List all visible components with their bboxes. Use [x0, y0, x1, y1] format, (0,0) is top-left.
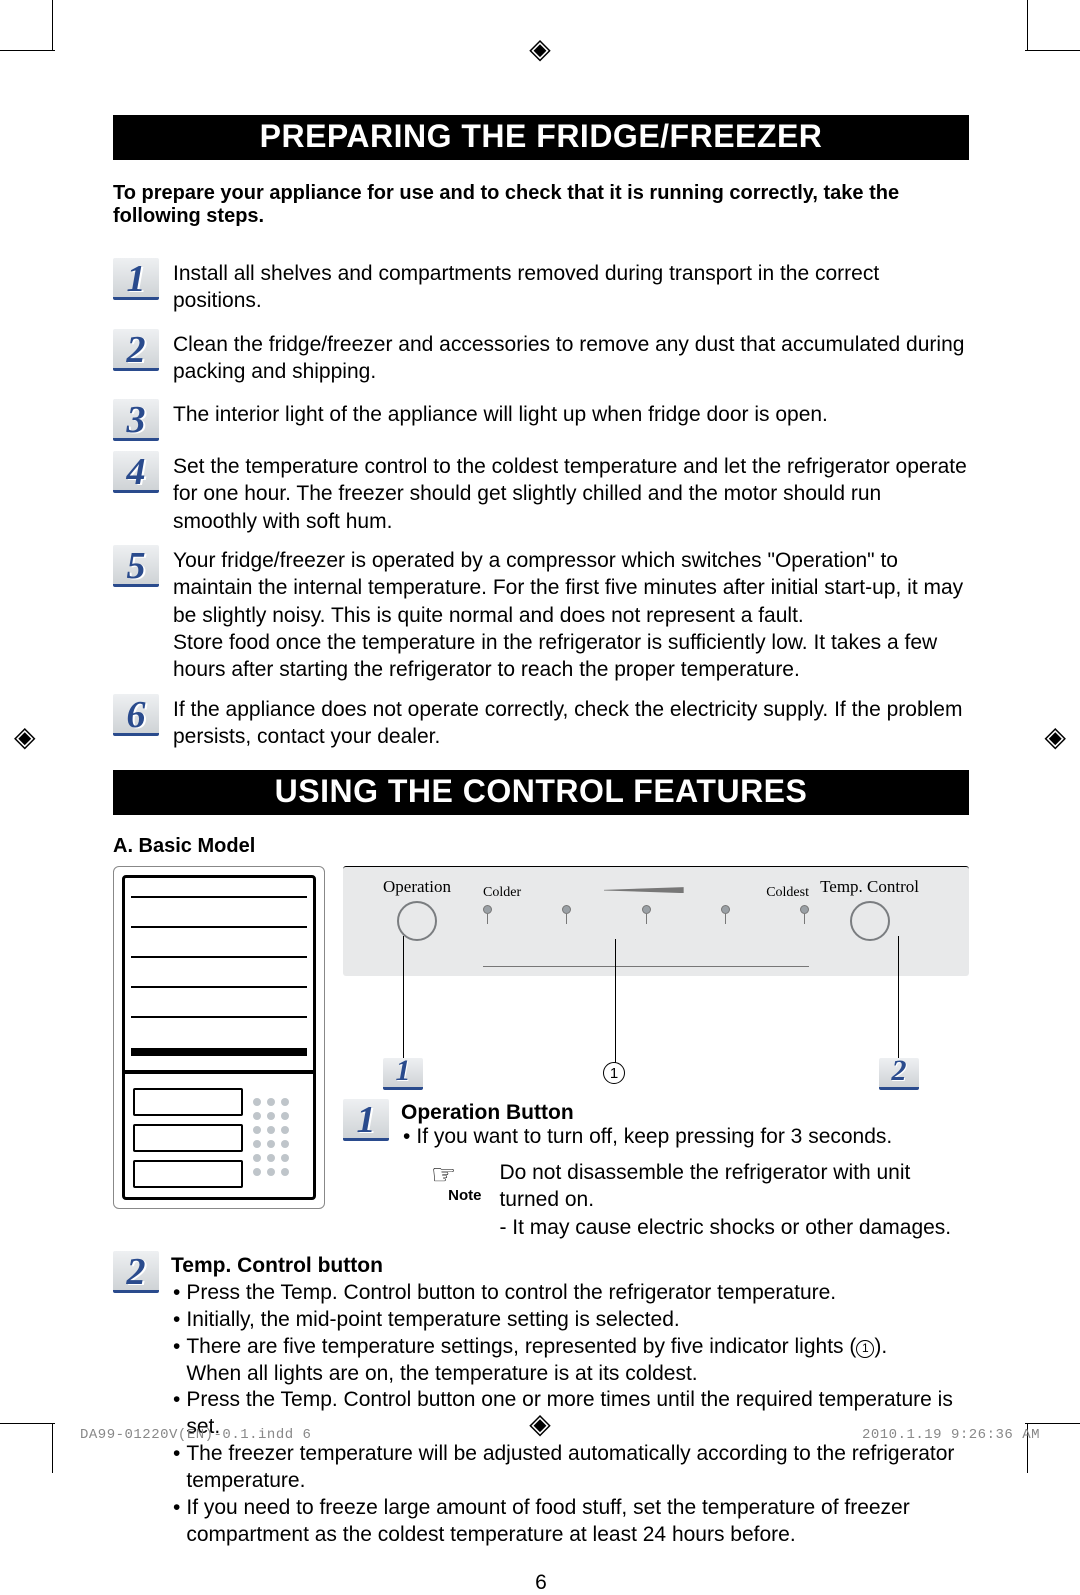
step-row: 6 If the appliance does not operate corr… — [113, 694, 969, 751]
step-number-1-icon: 1 — [113, 258, 159, 300]
pointer-line — [898, 936, 899, 1071]
bullet-text: Initially, the mid-point temperature set… — [171, 1307, 969, 1334]
bullet-text: Press the Temp. Control button to contro… — [171, 1280, 969, 1307]
control-block-2: 2 Temp. Control button Press the Temp. C… — [113, 1251, 969, 1549]
operation-button-title: Operation Button — [401, 1101, 969, 1125]
fridge-illustration — [113, 866, 325, 1209]
pointer-line — [615, 939, 616, 1071]
indicator-light-icon — [483, 905, 492, 914]
section-title-using-controls: USING THE CONTROL FEATURES — [113, 770, 969, 815]
crop-mark — [52, 0, 53, 50]
temp-control-label: Temp. Control — [820, 877, 919, 897]
registration-mark-icon: ◈ — [529, 35, 551, 63]
temp-control-title: Temp. Control button — [171, 1253, 969, 1280]
step-text: Clean the fridge/freezer and accessories… — [173, 329, 969, 386]
bullet-text: There are five temperature settings, rep… — [171, 1334, 969, 1388]
step-text: The interior light of the appliance will… — [173, 399, 969, 428]
step-number-4-icon: 4 — [113, 451, 159, 493]
crop-mark — [1027, 0, 1028, 50]
indicator-light-icon — [800, 905, 809, 914]
note-hand-icon: ☞ — [431, 1159, 456, 1189]
registration-mark-icon: ◈ — [14, 723, 36, 751]
circled-number-1-icon: 1 — [603, 1062, 625, 1084]
step-text: Set the temperature control to the colde… — [173, 451, 969, 535]
step-number-6-icon: 6 — [113, 694, 159, 736]
coldest-label: Coldest — [766, 885, 809, 901]
control-block-1: 1 Operation Button If you want to turn o… — [343, 1099, 969, 1241]
step-number-3-icon: 3 — [113, 399, 159, 441]
step-number-1-icon: 1 — [343, 1099, 389, 1141]
panel-pointer-1-icon: 1 — [383, 1058, 423, 1090]
model-label: A. Basic Model — [113, 835, 969, 858]
crop-mark — [0, 1423, 55, 1424]
crop-mark — [52, 1423, 53, 1473]
footer-timestamp: 2010.1.19 9:26:36 AM — [862, 1427, 1040, 1443]
scale-arrow-icon — [604, 887, 684, 893]
section-subtitle: To prepare your appliance for use and to… — [113, 182, 969, 228]
bullet-text: The freezer temperature will be adjusted… — [171, 1441, 969, 1495]
operation-label: Operation — [383, 877, 451, 897]
indicator-light-icon — [721, 905, 730, 914]
temp-control-button-graphic — [850, 901, 890, 941]
step-row: 2 Clean the fridge/freezer and accessori… — [113, 329, 969, 386]
step-text: Install all shelves and compartments rem… — [173, 258, 969, 315]
bullet-text: If you need to freeze large amount of fo… — [171, 1495, 969, 1549]
crop-mark — [0, 50, 55, 51]
step-number-5-icon: 5 — [113, 545, 159, 587]
step-text: Your fridge/freezer is operated by a com… — [173, 545, 969, 683]
note-text-line: - It may cause electric shocks or other … — [499, 1214, 969, 1241]
footer-filename: DA99-01220V(EN)-0.1.indd 6 — [80, 1427, 311, 1443]
indicator-light-icon — [642, 905, 651, 914]
colder-label: Colder — [483, 885, 521, 901]
circled-number-1-inline-icon: 1 — [856, 1340, 874, 1358]
note-text-line: Do not disassemble the refrigerator with… — [499, 1159, 969, 1214]
control-panel-illustration: Operation Colder Coldest — [343, 866, 969, 1081]
section-title-preparing: PREPARING THE FRIDGE/FREEZER — [113, 115, 969, 160]
bullet-text: If you want to turn off, keep pressing f… — [401, 1125, 969, 1149]
step-number-2-icon: 2 — [113, 1251, 159, 1293]
step-number-2-icon: 2 — [113, 329, 159, 371]
panel-pointer-2-icon: 2 — [879, 1058, 919, 1090]
step-row: 5 Your fridge/freezer is operated by a c… — [113, 545, 969, 683]
step-row: 1 Install all shelves and compartments r… — [113, 258, 969, 315]
page-number: 6 — [113, 1571, 969, 1595]
note-label: Note — [448, 1187, 481, 1204]
crop-mark — [1025, 1423, 1080, 1424]
step-row: 3 The interior light of the appliance wi… — [113, 399, 969, 441]
pointer-line — [403, 936, 404, 1071]
step-row: 4 Set the temperature control to the col… — [113, 451, 969, 535]
operation-button-graphic — [397, 901, 437, 941]
crop-mark — [1025, 50, 1080, 51]
indicator-light-icon — [562, 905, 571, 914]
registration-mark-icon: ◈ — [1044, 723, 1066, 751]
step-text: If the appliance does not operate correc… — [173, 694, 969, 751]
